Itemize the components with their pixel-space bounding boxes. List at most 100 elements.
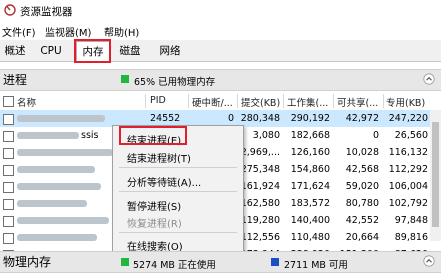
- table-header: 名称 PID 硬中断/... 提交(KB) 工作集(... 可共享(... 专用…: [0, 92, 441, 111]
- tab-disk[interactable]: 磁盘: [117, 43, 143, 59]
- cell-commit: 112,556: [240, 232, 280, 243]
- context-item-label: 暂停进程(S): [127, 202, 182, 213]
- column-shareable[interactable]: 可共享(...: [337, 95, 378, 109]
- redacted-process-name: [17, 200, 87, 207]
- redacted-process-name: [17, 234, 97, 241]
- row-checkbox[interactable]: [3, 233, 14, 244]
- context-item-suspend-process[interactable]: 暂停进程(S): [113, 195, 243, 213]
- cell-commit: 2,969,...: [240, 147, 280, 158]
- cell-commit: 275,348: [240, 164, 280, 175]
- cell-shareable: 0: [372, 130, 379, 141]
- cell-working-set: 110,480: [290, 232, 330, 243]
- row-checkbox[interactable]: [3, 131, 14, 142]
- cell-working-set: 290,192: [290, 113, 330, 124]
- cell-commit: 280,348: [240, 113, 280, 124]
- row-checkbox[interactable]: [3, 165, 14, 176]
- context-item-label: 结束进程(E): [127, 136, 182, 147]
- physical-memory-section-header[interactable]: 物理内存 5274 MB 正在使用 2711 MB 可用: [0, 251, 441, 273]
- menu-file[interactable]: 文件(F): [2, 24, 36, 39]
- tab-overview[interactable]: 概述: [2, 43, 28, 59]
- column-separator: [237, 94, 238, 108]
- cell-shareable: 42,552: [345, 215, 379, 226]
- cell-shareable: 42,972: [345, 113, 379, 124]
- row-checkbox[interactable]: [3, 148, 14, 159]
- cell-name: ssis: [81, 130, 99, 141]
- cell-commit: 3,080: [252, 130, 280, 141]
- cell-commit: 161,924: [240, 181, 280, 192]
- cell-working-set: 126,160: [290, 147, 330, 158]
- select-all-checkbox[interactable]: [3, 96, 14, 107]
- cell-shareable: 59,020: [345, 181, 379, 192]
- cell-working-set: 183,572: [290, 198, 330, 209]
- context-item-label: 结束进程树(T): [127, 154, 191, 165]
- cell-private: 247,220: [388, 113, 428, 124]
- tab-memory[interactable]: 内存: [76, 41, 110, 62]
- redacted-process-name: [17, 217, 109, 224]
- row-checkbox[interactable]: [3, 199, 14, 210]
- context-item-analyze-wait-chain[interactable]: 分析等待链(A)...: [113, 171, 243, 189]
- context-item-end-process-tree[interactable]: 结束进程树(T): [113, 147, 243, 165]
- physical-memory-section-title: 物理内存: [3, 255, 52, 269]
- cell-commit: 119,280: [240, 215, 280, 226]
- collapse-chevron-icon[interactable]: [423, 255, 435, 267]
- row-checkbox[interactable]: [3, 216, 14, 227]
- cell-shareable: 42,568: [345, 164, 379, 175]
- cell-working-set: 154,860: [290, 164, 330, 175]
- memory-in-use-legend-swatch: [121, 258, 129, 266]
- cell-shareable: 80,780: [345, 198, 379, 209]
- tab-cpu[interactable]: CPU: [38, 43, 64, 59]
- memory-used-legend-text: 65% 已用物理内存: [134, 77, 216, 88]
- menu-monitor[interactable]: 监视器(M): [45, 24, 91, 39]
- context-menu-separator: [119, 232, 237, 233]
- resource-monitor-icon: [4, 4, 16, 16]
- scrollbar-thumb[interactable]: [432, 122, 439, 227]
- column-separator: [283, 94, 284, 108]
- column-working-set[interactable]: 工作集(...: [287, 95, 328, 109]
- column-separator: [145, 94, 146, 108]
- row-checkbox[interactable]: [3, 114, 14, 125]
- cell-private: 112,292: [388, 164, 428, 175]
- cell-shareable: 20,664: [345, 232, 379, 243]
- cell-private: 97,848: [394, 215, 428, 226]
- cell-hard-faults: 0: [227, 113, 234, 124]
- context-menu: 结束进程(E) 结束进程树(T) 分析等待链(A)... 暂停进程(S) 恢复进…: [112, 125, 244, 255]
- context-item-label: 恢复进程(R): [127, 219, 182, 230]
- column-private[interactable]: 专用(KB): [386, 95, 425, 109]
- column-pid[interactable]: PID: [150, 95, 166, 106]
- cell-working-set: 140,400: [290, 215, 330, 226]
- context-item-search-online[interactable]: 在线搜索(O): [113, 235, 243, 253]
- memory-available-legend-text: 2711 MB 可用: [284, 260, 348, 271]
- process-section-header[interactable]: 进程 65% 已用物理内存: [0, 69, 441, 91]
- cell-working-set: 171,624: [290, 181, 330, 192]
- tab-bar: 概述 CPU 内存 磁盘 网络: [0, 40, 441, 62]
- column-commit[interactable]: 提交(KB): [241, 95, 280, 109]
- column-separator: [383, 94, 384, 108]
- menu-help[interactable]: 帮助(H): [104, 24, 139, 39]
- row-checkbox[interactable]: [3, 182, 14, 193]
- cell-working-set: 182,668: [290, 130, 330, 141]
- vertical-scrollbar[interactable]: [430, 110, 441, 241]
- redacted-process-name: [17, 132, 79, 139]
- cell-shareable: 10,028: [345, 147, 379, 158]
- context-item-end-process[interactable]: 结束进程(E): [113, 129, 243, 147]
- cell-pid: 24552: [150, 113, 181, 124]
- process-section-title: 进程: [3, 73, 28, 87]
- context-menu-separator: [119, 167, 237, 168]
- redacted-process-name: [17, 149, 113, 156]
- redacted-process-name: [17, 183, 101, 190]
- column-separator: [333, 94, 334, 108]
- column-separator: [188, 94, 189, 108]
- window-title: 资源监视器: [20, 6, 73, 18]
- title-bar: 资源监视器: [0, 0, 441, 21]
- column-hard-faults[interactable]: 硬中断/...: [192, 95, 233, 109]
- cell-private: 106,004: [388, 181, 428, 192]
- cell-commit: 162,580: [240, 198, 280, 209]
- tab-network[interactable]: 网络: [155, 43, 185, 59]
- collapse-chevron-icon[interactable]: [423, 73, 435, 85]
- memory-available-legend-swatch: [271, 258, 279, 266]
- context-item-resume-process: 恢复进程(R): [113, 212, 243, 230]
- cell-private: 26,560: [394, 130, 428, 141]
- redacted-process-name: [17, 115, 105, 122]
- cell-private: 89,816: [394, 232, 428, 243]
- column-name[interactable]: 名称: [17, 95, 36, 109]
